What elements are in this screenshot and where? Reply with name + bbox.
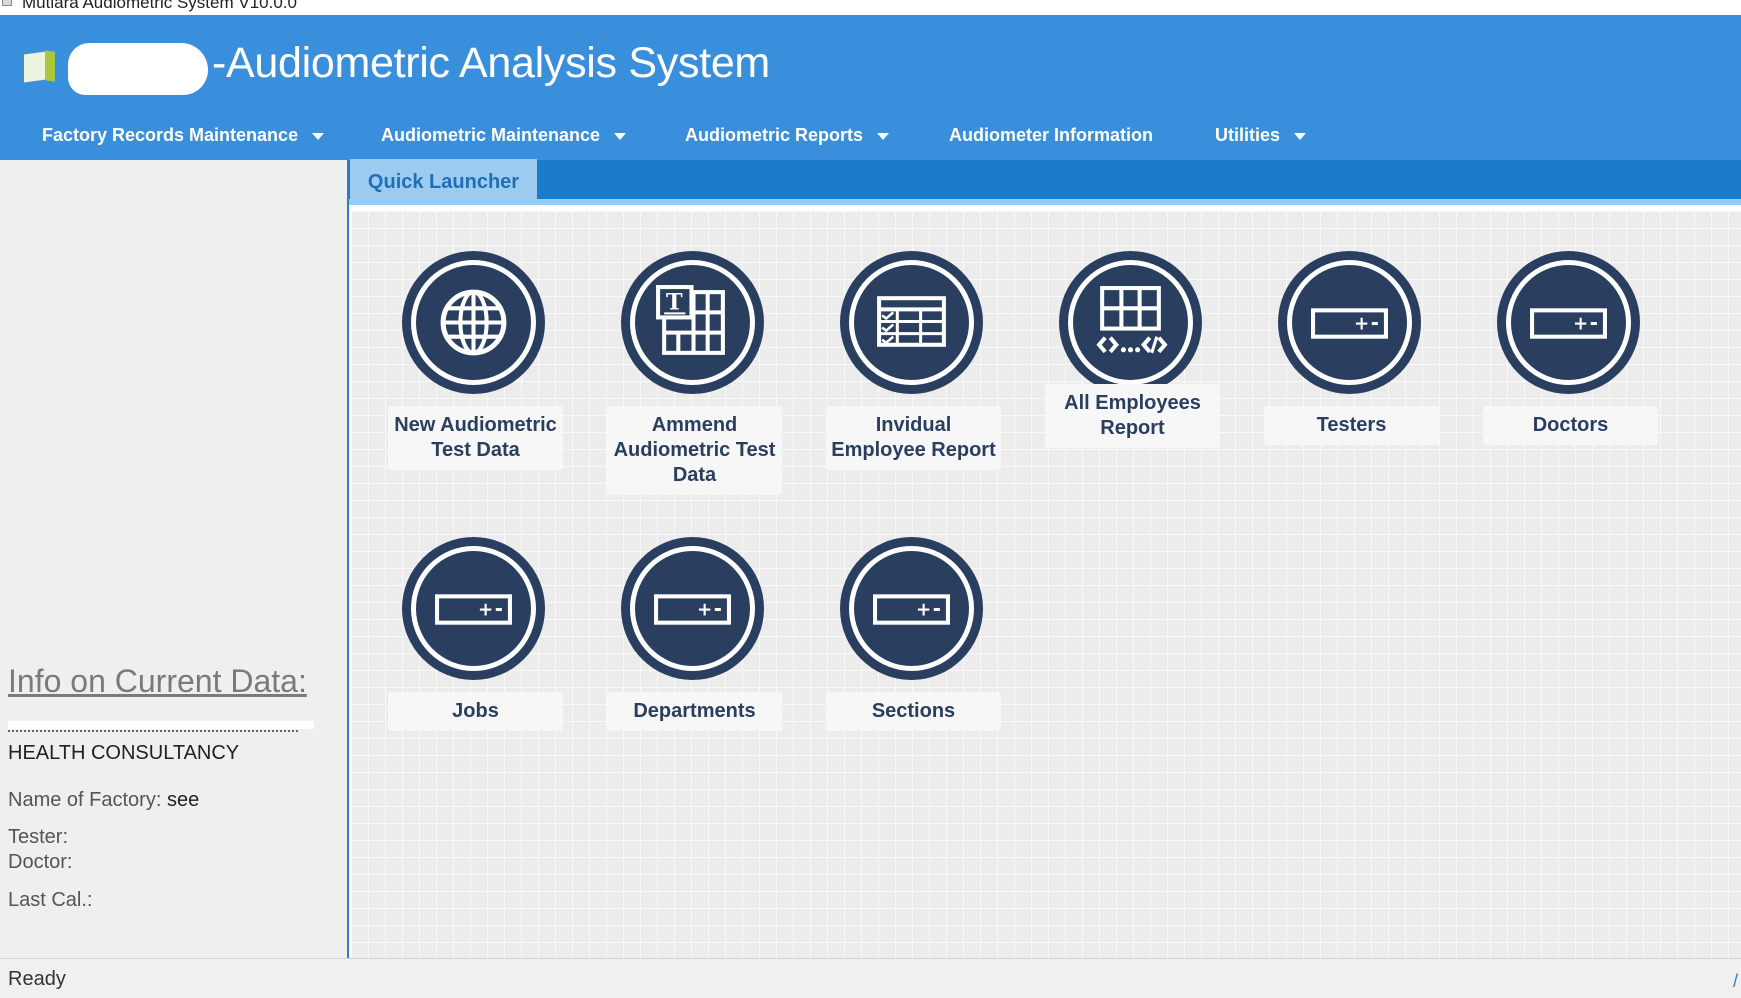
- svg-text:+: +: [916, 600, 931, 621]
- tile-label[interactable]: Departments: [607, 692, 782, 731]
- launcher-icon-button[interactable]: +: [402, 537, 545, 680]
- code-grid-icon: [1096, 286, 1168, 354]
- app-window-icon: [2, 0, 12, 6]
- launcher-icon-button[interactable]: +: [840, 537, 983, 680]
- quick-launcher-panel: New Audiometric Test Data T Ammend Audio…: [351, 211, 1741, 958]
- menu-utilities[interactable]: Utilities: [1215, 119, 1307, 151]
- status-text: Ready: [8, 968, 66, 990]
- factory-name-row: Name of Factory: see: [8, 789, 199, 812]
- menu-audiometer-information[interactable]: Audiometer Information: [949, 119, 1153, 151]
- menu-label: Utilities: [1215, 124, 1281, 145]
- svg-text:+: +: [1573, 314, 1588, 335]
- tile-label[interactable]: New Audiometric Test Data: [388, 406, 563, 470]
- edit-table-icon: T: [656, 285, 725, 355]
- menu-audiometric-reports[interactable]: Audiometric Reports: [685, 119, 890, 151]
- launcher-icon-button[interactable]: [840, 251, 983, 394]
- svg-text:+: +: [478, 600, 493, 621]
- tile-label[interactable]: Doctors: [1483, 406, 1658, 445]
- svg-text:T: T: [666, 289, 683, 315]
- factory-name-label: Name of Factory:: [8, 789, 162, 811]
- window-title-bar: Mutiara Audiometric System V10.0.0: [0, 0, 1741, 15]
- form-field-icon: +: [873, 594, 950, 625]
- menu-label: Audiometer Information: [949, 124, 1154, 145]
- launcher-icon-button[interactable]: [1059, 251, 1202, 394]
- tester-label: Tester:: [8, 826, 69, 848]
- checklist-grid-icon: [877, 296, 946, 347]
- redacted-company-line: [8, 721, 314, 733]
- menu-label: Audiometric Reports: [685, 124, 864, 145]
- tile-label[interactable]: Jobs: [388, 692, 563, 731]
- chevron-down-icon: [312, 132, 325, 140]
- status-bar-edge-glyph: /: [1733, 971, 1739, 991]
- launcher-icon-button[interactable]: +: [1278, 251, 1421, 394]
- tile-label[interactable]: Invidual Employee Report: [826, 406, 1001, 470]
- info-heading: Info on Current Data:: [8, 663, 307, 699]
- launcher-icon-button[interactable]: +: [621, 537, 764, 680]
- chevron-down-icon: [1294, 132, 1307, 140]
- info-panel: Info on Current Data: HEALTH CONSULTANCY…: [0, 160, 349, 958]
- tile-label[interactable]: Testers: [1264, 406, 1439, 445]
- menu-label: Factory Records Maintenance: [42, 124, 299, 145]
- app-logo-icon: [24, 49, 60, 83]
- svg-text:+: +: [1354, 314, 1369, 335]
- tile-label[interactable]: All Employees Report: [1045, 384, 1220, 448]
- menu-label: Audiometric Maintenance: [381, 124, 601, 145]
- status-bar: Ready /: [0, 958, 1741, 998]
- tab-quick-launcher[interactable]: Quick Launcher: [350, 159, 537, 205]
- svg-text:+: +: [697, 600, 712, 621]
- tile-label[interactable]: Ammend Audiometric Test Data: [607, 406, 782, 495]
- factory-name-value: see: [166, 789, 200, 811]
- globe-icon: [440, 289, 507, 356]
- launcher-icon-button[interactable]: T: [621, 251, 764, 394]
- tab-strip: Quick Launcher: [349, 159, 1741, 205]
- window-title: Mutiara Audiometric System V10.0.0: [22, 0, 297, 12]
- menu-audiometric-maintenance[interactable]: Audiometric Maintenance: [381, 119, 627, 151]
- form-field-icon: +: [654, 594, 731, 625]
- redacted-company-name: [68, 43, 208, 95]
- tile-label[interactable]: Sections: [826, 692, 1001, 731]
- app-header: -Audiometric Analysis System Factory Rec…: [0, 15, 1741, 160]
- form-field-icon: +: [435, 594, 512, 625]
- doctor-label: Doctor:: [8, 851, 73, 873]
- last-cal-label: Last Cal.:: [8, 889, 93, 911]
- chevron-down-icon: [877, 132, 890, 140]
- launcher-icon-button[interactable]: [402, 251, 545, 394]
- form-field-icon: +: [1530, 308, 1607, 339]
- chevron-down-icon: [614, 132, 627, 140]
- launcher-icon-button[interactable]: +: [1497, 251, 1640, 394]
- form-field-icon: +: [1311, 308, 1388, 339]
- menu-factory-records-maintenance[interactable]: Factory Records Maintenance: [42, 119, 325, 151]
- app-title: -Audiometric Analysis System: [212, 39, 770, 87]
- company-name: HEALTH CONSULTANCY: [8, 742, 240, 764]
